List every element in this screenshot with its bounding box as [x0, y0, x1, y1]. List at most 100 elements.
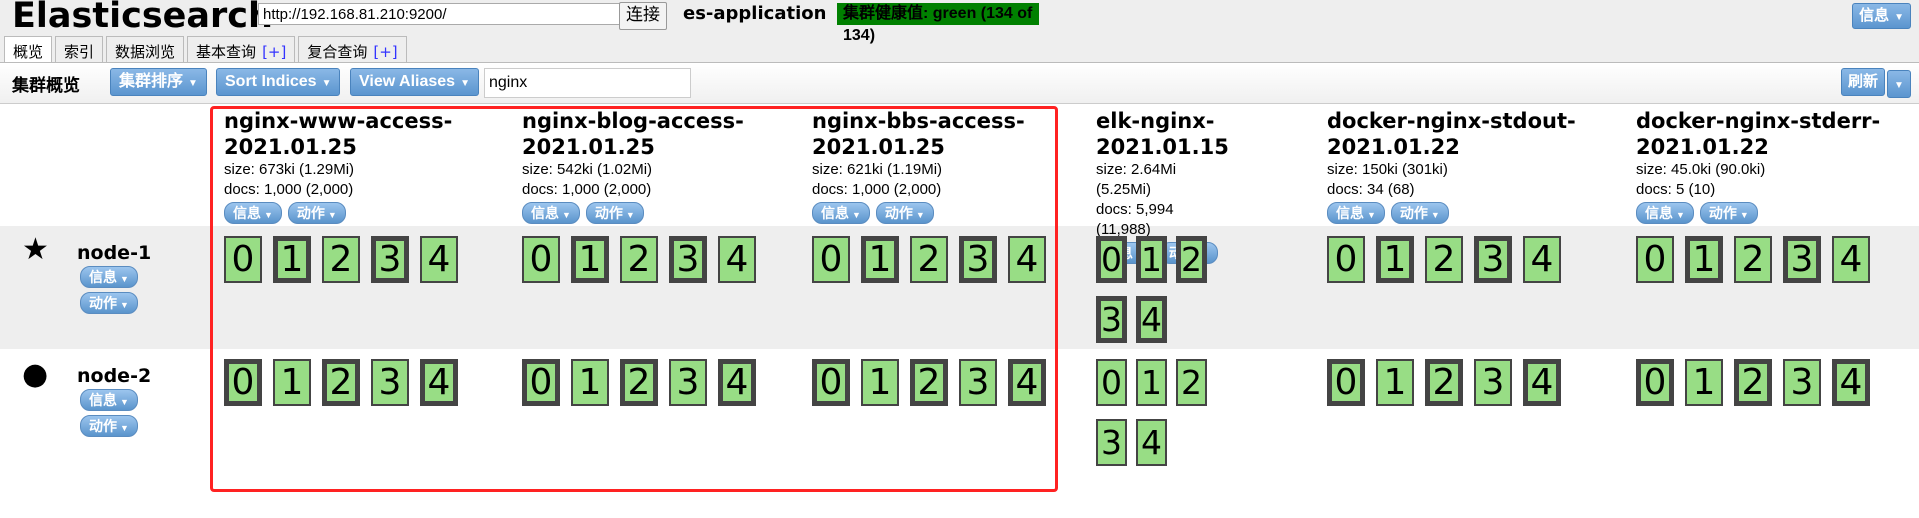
- action-menu-button[interactable]: 动作▼: [80, 415, 138, 437]
- replica-shard[interactable]: 4: [1136, 419, 1167, 466]
- primary-shard[interactable]: 4: [1832, 359, 1870, 406]
- tab-0[interactable]: 概览: [4, 36, 53, 64]
- add-query-icon[interactable]: [+]: [373, 43, 397, 61]
- primary-shard[interactable]: 3: [669, 236, 707, 283]
- replica-shard[interactable]: 3: [1783, 359, 1821, 406]
- tab-2[interactable]: 数据浏览: [106, 36, 185, 63]
- primary-shard[interactable]: 0: [1096, 236, 1127, 283]
- index-name[interactable]: nginx-blog-access-: [522, 108, 812, 134]
- tab-1[interactable]: 索引: [55, 36, 104, 63]
- replica-shard[interactable]: 2: [1734, 236, 1772, 283]
- info-menu-button[interactable]: 信息▼: [812, 202, 870, 224]
- primary-shard[interactable]: 2: [1176, 236, 1207, 283]
- info-label: 信息: [89, 392, 117, 408]
- primary-shard[interactable]: 3: [371, 236, 409, 283]
- primary-shard[interactable]: 2: [322, 359, 360, 406]
- primary-shard[interactable]: 2: [620, 359, 658, 406]
- index-name[interactable]: nginx-bbs-access-: [812, 108, 1102, 134]
- info-menu-button[interactable]: 信息▼: [1852, 3, 1911, 29]
- connect-button[interactable]: 连接: [619, 2, 667, 30]
- action-menu-button[interactable]: 动作▼: [585, 202, 644, 224]
- info-menu-button[interactable]: 信息▼: [80, 266, 138, 288]
- action-label: 动作: [884, 205, 913, 221]
- primary-shard[interactable]: 1: [1136, 236, 1167, 283]
- primary-shard[interactable]: 4: [1136, 296, 1167, 343]
- index-name[interactable]: elk-nginx-: [1096, 108, 1229, 134]
- primary-shard[interactable]: 3: [1783, 236, 1821, 283]
- replica-shard[interactable]: 2: [322, 236, 360, 283]
- primary-shard[interactable]: 0: [522, 359, 560, 406]
- action-menu-button[interactable]: 动作▼: [80, 292, 138, 314]
- replica-shard[interactable]: 3: [1096, 419, 1127, 466]
- primary-shard[interactable]: 1: [273, 236, 311, 283]
- index-name[interactable]: nginx-www-access-: [224, 108, 514, 134]
- replica-shard[interactable]: 1: [1136, 359, 1167, 406]
- action-menu-button[interactable]: 动作▼: [875, 202, 934, 224]
- replica-shard[interactable]: 0: [224, 236, 262, 283]
- replica-shard[interactable]: 3: [1474, 359, 1512, 406]
- replica-shard[interactable]: 0: [812, 236, 850, 283]
- replica-shard[interactable]: 0: [1636, 236, 1674, 283]
- info-menu-button[interactable]: 信息▼: [224, 202, 282, 224]
- shard-group: 01234: [224, 226, 514, 349]
- action-menu-button[interactable]: 动作▼: [287, 202, 346, 224]
- index-filter-input[interactable]: nginx: [484, 68, 691, 98]
- replica-shard[interactable]: 2: [620, 236, 658, 283]
- index-name[interactable]: docker-nginx-stderr-: [1636, 108, 1919, 134]
- replica-shard[interactable]: 1: [273, 359, 311, 406]
- replica-shard[interactable]: 1: [861, 359, 899, 406]
- cluster-url-input[interactable]: http://192.168.81.210:9200/: [258, 3, 620, 25]
- refresh-button[interactable]: 刷新: [1840, 68, 1885, 96]
- replica-shard[interactable]: 3: [371, 359, 409, 406]
- sort-indices-button[interactable]: Sort Indices ▼: [216, 68, 341, 96]
- primary-shard[interactable]: 0: [224, 359, 262, 406]
- action-menu-button[interactable]: 动作▼: [1390, 202, 1449, 224]
- primary-shard[interactable]: 4: [1008, 359, 1046, 406]
- info-menu-button[interactable]: 信息▼: [522, 202, 580, 224]
- replica-shard[interactable]: 2: [910, 236, 948, 283]
- primary-shard[interactable]: 1: [1685, 236, 1723, 283]
- replica-shard[interactable]: 1: [1376, 359, 1414, 406]
- primary-shard[interactable]: 3: [959, 236, 997, 283]
- primary-shard[interactable]: 0: [812, 359, 850, 406]
- info-menu-button[interactable]: 信息▼: [80, 389, 138, 411]
- replica-shard[interactable]: 1: [571, 359, 609, 406]
- primary-shard[interactable]: 4: [420, 359, 458, 406]
- index-name[interactable]: docker-nginx-stdout-: [1327, 108, 1617, 134]
- replica-shard[interactable]: 4: [420, 236, 458, 283]
- replica-shard[interactable]: 2: [1176, 359, 1207, 406]
- primary-shard[interactable]: 1: [571, 236, 609, 283]
- replica-shard[interactable]: 3: [669, 359, 707, 406]
- action-menu-button[interactable]: 动作▼: [1699, 202, 1758, 224]
- replica-shard[interactable]: 4: [718, 236, 756, 283]
- replica-shard[interactable]: 0: [1327, 236, 1365, 283]
- replica-shard[interactable]: 0: [1096, 359, 1127, 406]
- primary-shard[interactable]: 2: [1734, 359, 1772, 406]
- primary-shard[interactable]: 3: [1096, 296, 1127, 343]
- index-docs: docs: 1,000 (2,000): [812, 181, 942, 198]
- replica-shard[interactable]: 4: [1523, 236, 1561, 283]
- primary-shard[interactable]: 4: [1523, 359, 1561, 406]
- view-aliases-button[interactable]: View Aliases ▼: [350, 68, 479, 96]
- add-query-icon[interactable]: [+]: [262, 43, 286, 61]
- replica-shard[interactable]: 1: [1685, 359, 1723, 406]
- info-menu-button[interactable]: 信息▼: [1327, 202, 1385, 224]
- primary-shard[interactable]: 4: [718, 359, 756, 406]
- replica-shard[interactable]: 4: [1832, 236, 1870, 283]
- replica-shard[interactable]: 2: [1425, 236, 1463, 283]
- replica-shard[interactable]: 4: [1008, 236, 1046, 283]
- primary-shard[interactable]: 2: [1425, 359, 1463, 406]
- replica-shard[interactable]: 0: [522, 236, 560, 283]
- tab-4[interactable]: 复合查询 [+]: [298, 36, 407, 63]
- tab-3[interactable]: 基本查询 [+]: [187, 36, 296, 63]
- primary-shard[interactable]: 2: [910, 359, 948, 406]
- primary-shard[interactable]: 1: [861, 236, 899, 283]
- primary-shard[interactable]: 0: [1636, 359, 1674, 406]
- refresh-dropdown-button[interactable]: ▼: [1887, 70, 1911, 98]
- primary-shard[interactable]: 0: [1327, 359, 1365, 406]
- primary-shard[interactable]: 1: [1376, 236, 1414, 283]
- info-menu-button[interactable]: 信息▼: [1636, 202, 1694, 224]
- replica-shard[interactable]: 3: [959, 359, 997, 406]
- primary-shard[interactable]: 3: [1474, 236, 1512, 283]
- sort-cluster-button[interactable]: 集群排序 ▼: [110, 68, 207, 96]
